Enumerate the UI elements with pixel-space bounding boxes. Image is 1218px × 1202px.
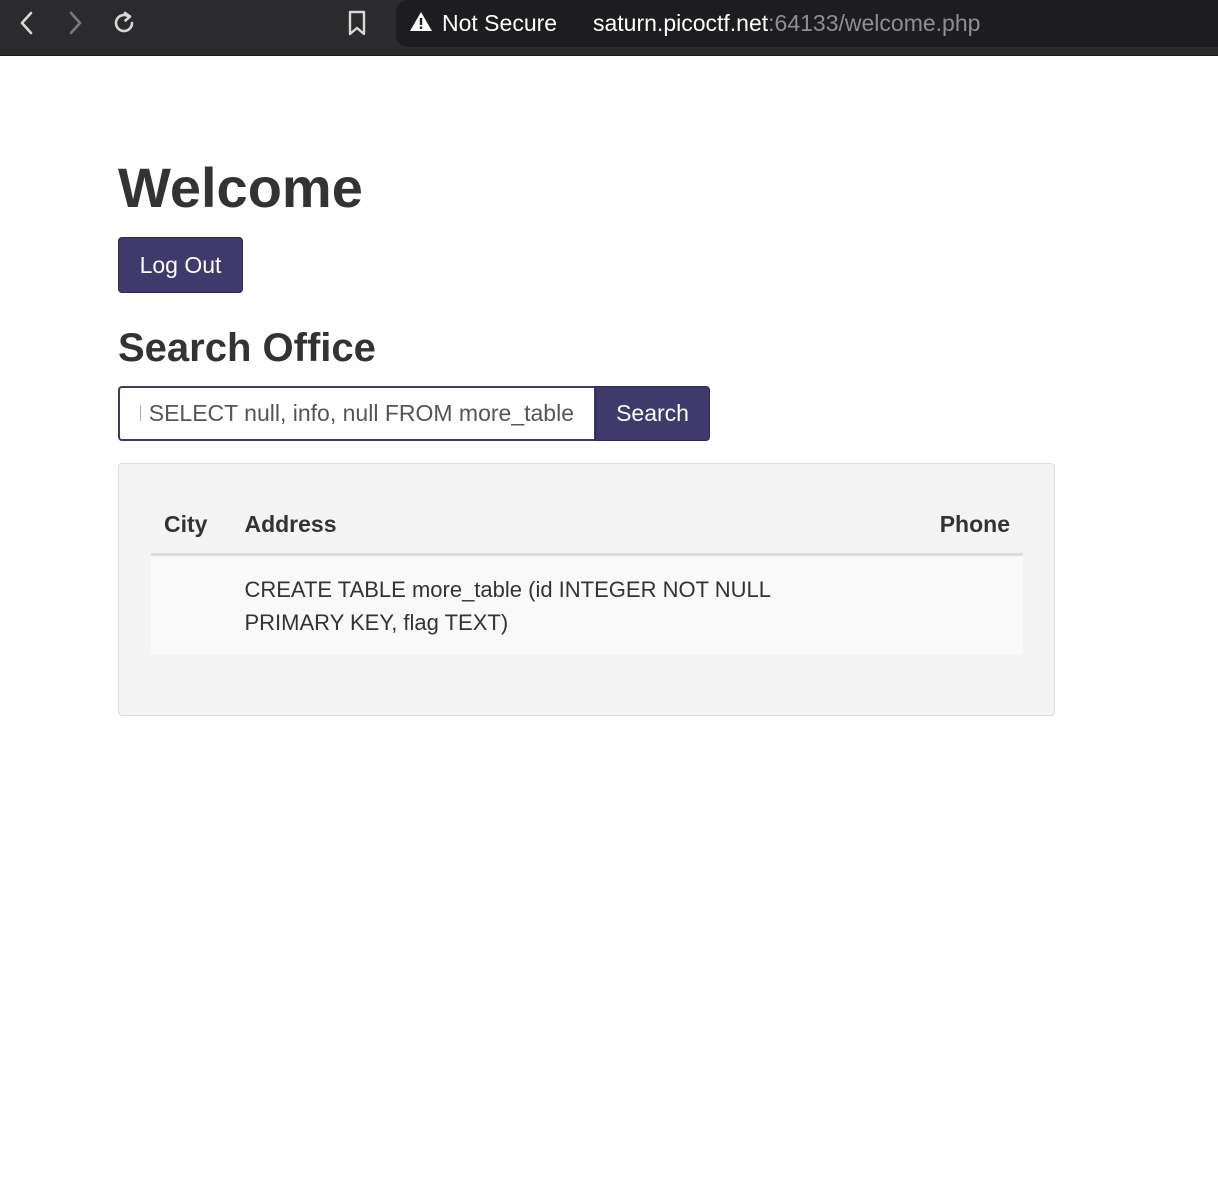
logout-button[interactable]: Log Out <box>118 237 243 293</box>
table-row: CREATE TABLE more_table (id INTEGER NOT … <box>151 554 1023 655</box>
column-header-address: Address <box>231 496 912 556</box>
url-text[interactable]: saturn.picoctf.net:64133/welcome.php <box>593 9 980 37</box>
cell-city <box>151 554 232 655</box>
url-host: saturn.picoctf.net <box>593 10 769 36</box>
search-heading: Search Office <box>118 326 376 370</box>
column-header-city: City <box>151 496 232 556</box>
browser-toolbar: Not Secure saturn.picoctf.net:64133/welc… <box>0 0 1218 56</box>
forward-icon <box>69 11 82 35</box>
back-button[interactable] <box>10 8 44 38</box>
bookmark-icon <box>348 10 366 36</box>
results-panel: City Address Phone CREATE TABLE more_tab… <box>118 463 1055 716</box>
forward-button[interactable] <box>58 8 92 38</box>
column-header-phone: Phone <box>911 496 1023 556</box>
warning-icon <box>410 12 432 31</box>
page-title: Welcome <box>118 156 363 219</box>
reload-icon <box>114 11 134 33</box>
security-label[interactable]: Not Secure <box>442 9 557 37</box>
reload-button[interactable] <box>107 8 141 38</box>
search-button[interactable]: Search <box>595 386 710 441</box>
url-path: :64133/welcome.php <box>768 10 981 36</box>
results-table: City Address Phone CREATE TABLE more_tab… <box>151 496 1023 655</box>
back-icon <box>20 11 33 35</box>
table-header-row: City Address Phone <box>151 496 1023 556</box>
cell-address: CREATE TABLE more_table (id INTEGER NOT … <box>231 554 912 655</box>
search-input[interactable] <box>118 386 596 441</box>
cell-phone <box>911 554 1023 655</box>
bookmark-button[interactable] <box>340 8 374 38</box>
